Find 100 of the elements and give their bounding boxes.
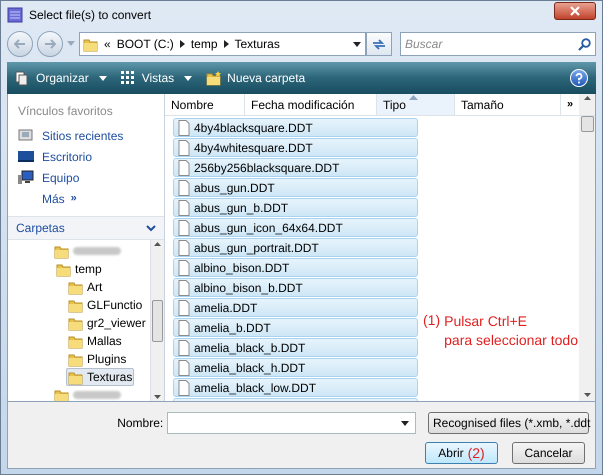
file-icon <box>177 280 190 296</box>
breadcrumb-item[interactable]: Texturas <box>234 35 280 53</box>
search-field[interactable]: Buscar <box>400 32 596 56</box>
chevron-right-icon <box>224 40 228 48</box>
computer-icon <box>18 170 34 185</box>
scrollbar[interactable] <box>150 240 164 401</box>
folder-icon <box>56 262 71 276</box>
scroll-down-icon <box>584 393 590 397</box>
folder-icon <box>68 298 83 312</box>
file-icon <box>177 300 190 316</box>
section-heading: Vínculos favoritos <box>17 103 114 120</box>
address-bar[interactable]: « BOOT (C:) temp Texturas <box>79 32 366 56</box>
help-button[interactable] <box>570 69 588 87</box>
folder-tree-item[interactable]: Texturas <box>66 368 134 386</box>
column-header[interactable]: Tipo <box>377 94 455 115</box>
favorite-link[interactable]: Escritorio <box>42 148 92 166</box>
dropdown-arrow-icon <box>353 42 361 46</box>
dropdown-arrow-icon <box>67 41 75 47</box>
file-row[interactable]: amelia.DDT <box>173 298 418 317</box>
sort-arrow-icon <box>409 95 418 100</box>
file-icon <box>177 360 190 376</box>
annotation-text: Pulsar Ctrl+E <box>444 312 528 331</box>
favorite-link[interactable]: Sitios recientes <box>42 126 124 144</box>
file-row[interactable]: abus_gun_portrait.DDT <box>173 238 418 257</box>
more-link[interactable]: Más <box>42 190 65 208</box>
file-row[interactable]: 256by256blacksquare.DDT <box>173 158 418 177</box>
folder-tree-item[interactable]: GLFunctio <box>66 296 144 314</box>
file-icon <box>177 260 190 276</box>
search-icon <box>578 38 591 50</box>
folder-icon <box>68 370 83 384</box>
file-row[interactable]: 4by4blacksquare.DDT <box>173 118 418 137</box>
file-icon <box>177 380 190 396</box>
folder-tree-item[interactable]: Mallas <box>66 332 124 350</box>
overflow-chevron[interactable]: « <box>104 35 111 53</box>
file-row[interactable]: albino_bison.DDT <box>173 258 418 277</box>
favorite-link[interactable]: Equipo <box>42 168 80 186</box>
recent-places-icon <box>18 128 34 143</box>
scrollbar-thumb[interactable] <box>580 116 594 132</box>
file-row[interactable]: amelia_black_low.DDT <box>173 378 418 397</box>
close-icon <box>570 6 580 16</box>
toolbar-button[interactable]: Nueva carpeta <box>206 69 306 87</box>
chevron-down-icon <box>146 224 156 232</box>
folder-tree-item[interactable]: gr2_viewer <box>66 314 148 332</box>
file-row[interactable]: abus_gun.DDT <box>173 178 418 197</box>
folder-icon <box>68 334 83 348</box>
annotation-text: para seleccionar todo <box>444 331 578 350</box>
app-icon <box>7 7 23 23</box>
file-icon <box>177 340 190 356</box>
file-icon <box>177 180 190 196</box>
breadcrumb-item[interactable]: BOOT (C:) <box>116 35 174 53</box>
folder-icon <box>83 36 98 52</box>
file-row[interactable]: abus_gun_icon_64x64.DDT <box>173 218 418 237</box>
annotation-number: (1) <box>423 311 440 330</box>
file-row[interactable]: amelia_black_h.DDT <box>173 358 418 377</box>
folder-tree-item[interactable]: temp <box>54 260 104 278</box>
folder-tree-item[interactable]: Plugins <box>66 350 128 368</box>
name-field[interactable] <box>167 412 416 434</box>
folder-icon <box>68 316 83 330</box>
file-row[interactable]: 4by4whitesquare.DDT <box>173 138 418 157</box>
file-row[interactable]: albino_bison_b.DDT <box>173 278 418 297</box>
file-icon <box>177 160 190 176</box>
scrollbar-thumb[interactable] <box>152 300 163 342</box>
close-button[interactable] <box>554 2 596 20</box>
file-icon <box>177 200 190 216</box>
search-input[interactable]: Buscar <box>405 35 578 53</box>
breadcrumb-item[interactable]: temp <box>190 35 218 53</box>
file-type-dropdown[interactable]: Recognised files (*.xmb, *.ddt <box>428 412 589 434</box>
blurred-label <box>73 247 121 255</box>
scrollbar[interactable] <box>579 116 595 401</box>
open-button[interactable]: Abrir (2) <box>425 442 498 464</box>
file-icon <box>177 220 190 236</box>
file-icon <box>177 320 190 336</box>
cancel-button[interactable]: Cancelar <box>512 442 585 464</box>
folder-icon <box>54 244 69 258</box>
file-row[interactable]: amelia_black_b.DDT <box>173 338 418 357</box>
toolbar-button[interactable]: Organizar <box>15 69 107 87</box>
more-columns-button[interactable]: » <box>561 94 579 115</box>
scroll-down-icon <box>154 395 161 399</box>
caret-down-icon <box>98 76 107 80</box>
dropdown-arrow-icon <box>401 420 409 426</box>
chevron-right-icon <box>180 40 185 48</box>
window-title: Select file(s) to convert <box>29 7 152 24</box>
forward-button[interactable] <box>37 31 63 57</box>
file-row[interactable]: abus_gun_b.DDT <box>173 198 418 217</box>
refresh-arrows-icon <box>372 38 386 50</box>
left-arrow-icon <box>14 39 26 49</box>
toolbar-button[interactable]: Vistas <box>120 69 192 87</box>
double-chevron[interactable]: » <box>70 190 77 207</box>
scroll-up-icon <box>154 242 161 246</box>
folder-tree-item[interactable]: Art <box>66 278 104 296</box>
grid-icon <box>120 70 136 86</box>
folder-icon <box>54 388 69 401</box>
file-row[interactable]: amelia_b.DDT <box>173 318 418 337</box>
file-icon <box>177 140 190 156</box>
desktop-icon <box>18 149 34 164</box>
section-heading: Carpetas <box>16 220 66 237</box>
annotation-number: (2) <box>468 444 485 463</box>
back-button[interactable] <box>7 31 33 57</box>
documents-icon <box>15 70 30 86</box>
refresh-button[interactable] <box>366 32 392 56</box>
